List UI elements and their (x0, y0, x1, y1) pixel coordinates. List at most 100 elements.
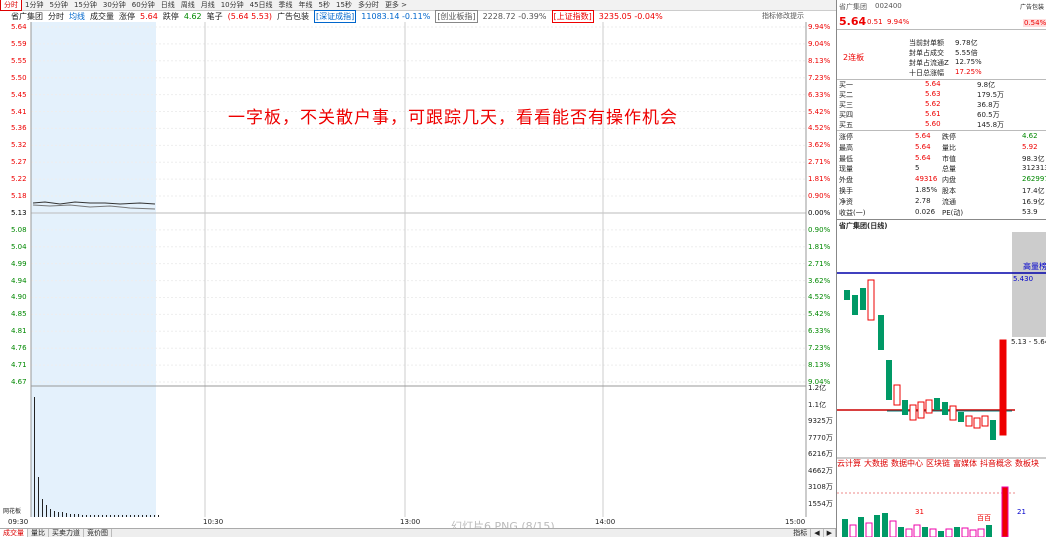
period-tab[interactable]: 多分时 (355, 0, 382, 10)
volume-bar (42, 499, 43, 517)
price-tick: 5.45 (11, 90, 27, 99)
book-price: 5.64 (925, 80, 941, 88)
pct-tick: 3.62% (808, 141, 831, 150)
board-count: 2连板 (843, 53, 865, 62)
stat-value2: 98.3亿 (1022, 154, 1045, 163)
quote-price: 5.64 (839, 15, 867, 28)
sector-tag[interactable]: 广告包装 (1020, 2, 1044, 11)
kvol-bar (913, 524, 921, 537)
vol-tick: 1.2亿 (808, 384, 827, 392)
pct-tick: 2.71% (808, 158, 831, 167)
limit-up-value: 5.64 (140, 12, 158, 21)
period-tab[interactable]: 10分钟 (218, 0, 247, 10)
book-price: 5.62 (925, 100, 941, 108)
period-tab[interactable]: 15秒 (333, 0, 355, 10)
bottom-nav[interactable]: ▶ (824, 529, 836, 537)
candle (973, 417, 981, 429)
pct-tick: 4.52% (808, 293, 831, 302)
period-tab[interactable]: 60分钟 (129, 0, 158, 10)
kvol-bar (842, 519, 848, 537)
index-szcz: 11083.14 -0.11% (361, 12, 431, 21)
period-tab[interactable]: 1分钟 (22, 0, 46, 10)
book-price: 5.63 (925, 90, 941, 98)
candle (852, 295, 858, 315)
kvol-num-1: 31 (915, 508, 924, 516)
concept-tab[interactable]: 富媒体 (953, 458, 977, 469)
concept-tab[interactable]: 数据中心 (891, 458, 923, 469)
price-tick: 5.41 (11, 107, 27, 116)
kvol-bar (882, 513, 888, 537)
book-price: 5.61 (925, 110, 941, 118)
kline-price-label: 5.430 (1013, 275, 1034, 283)
pct-tick: 6.33% (808, 90, 831, 99)
kvol-bar (898, 527, 904, 537)
period-tab[interactable]: 45日线 (247, 0, 276, 10)
book-price: 5.60 (925, 120, 941, 128)
mode-avgline[interactable]: 均线 (69, 11, 85, 22)
book-vol: 179.5万 (977, 91, 1005, 99)
mode-timeshare[interactable]: 分时 (48, 11, 64, 22)
pct-tick: 0.90% (808, 225, 831, 234)
seal-label: 十日总涨幅 (909, 69, 944, 77)
concept-tab[interactable]: 抖音概念 (980, 458, 1012, 469)
mode-volume[interactable]: 成交量 (90, 11, 114, 22)
sector[interactable]: 广告包装 (277, 11, 309, 22)
period-tab[interactable]: 30分钟 (100, 0, 129, 10)
bottom-tab[interactable]: 竞价图 (84, 529, 112, 537)
stock-name: 省广集团 (11, 12, 43, 21)
kvol-bar (1001, 486, 1009, 537)
price-tick: 5.27 (11, 158, 27, 167)
bottom-tab[interactable]: 量比 (28, 529, 49, 537)
bottom-nav[interactable]: 指标 (790, 529, 812, 537)
stat-label2: PE(动) (942, 208, 964, 217)
candle (867, 279, 875, 321)
price-tick: 4.71 (11, 361, 27, 370)
period-tab[interactable]: 周线 (178, 0, 198, 10)
bottom-tab[interactable]: 买卖力道 (49, 529, 84, 537)
period-tab[interactable]: 15分钟 (71, 0, 100, 10)
price-tick: 5.36 (11, 124, 27, 133)
pct-tick: 7.23% (808, 73, 831, 82)
stat-value2: 262997 (1022, 175, 1046, 184)
kvol-bar (954, 527, 960, 537)
period-tab[interactable]: 季线 (276, 0, 296, 10)
stat-value2: 4.62 (1022, 132, 1038, 140)
candle (965, 415, 973, 427)
candle (893, 384, 901, 406)
period-tab[interactable]: 更多 > (382, 0, 410, 10)
concept-tab[interactable]: 云计算 (837, 458, 861, 469)
concept-tab[interactable]: 区块链 (926, 458, 950, 469)
kvol-bar (889, 520, 897, 537)
right-pct-axis: 9.94% 9.04% 8.13% 7.23% 6.33% 5.42% 4.52% 3.62%… (806, 22, 836, 512)
concept-tab[interactable]: 大数据 (864, 458, 888, 469)
stat-value2: 5.92 (1022, 142, 1038, 151)
limit-down-label: 跌停 (162, 12, 179, 21)
vol-tick: 1554万 (808, 499, 833, 508)
pct-tick: 5.42% (808, 310, 831, 319)
pct-tick: 2.71% (808, 259, 831, 268)
candle (909, 404, 917, 421)
pct-tick: 3.62% (808, 276, 831, 285)
period-tab[interactable]: 分时 (0, 0, 22, 11)
stat-value2: 17.4亿 (1022, 187, 1045, 195)
bottom-nav[interactable]: ◀ (811, 529, 824, 537)
price-tick: 5.13 (11, 208, 27, 217)
period-tab[interactable]: 月线 (198, 0, 218, 10)
stat-value: 5 (915, 164, 920, 173)
index-cyb: 2228.72 -0.39% (482, 12, 547, 21)
limit-down-value: 4.62 (183, 12, 202, 21)
kline-volume (842, 486, 1009, 537)
stat-label: 涨停 (839, 133, 853, 141)
concept-tab[interactable]: 数板块 (1015, 458, 1039, 469)
period-tab[interactable]: 5分钟 (46, 0, 70, 10)
price-tick: 4.85 (11, 310, 27, 319)
bottom-tab[interactable]: 成交量 (0, 529, 28, 537)
intraday-chart[interactable] (0, 22, 836, 528)
candle (878, 315, 884, 350)
pct-tick: 0.00% (808, 208, 831, 217)
period-tab[interactable]: 日线 (158, 0, 178, 10)
stat-label2: 内盘 (942, 176, 956, 185)
period-tab[interactable]: 年线 (296, 0, 316, 10)
indicator-hint[interactable]: 指标修改提示 (762, 11, 804, 21)
period-tab[interactable]: 5秒 (316, 0, 333, 10)
